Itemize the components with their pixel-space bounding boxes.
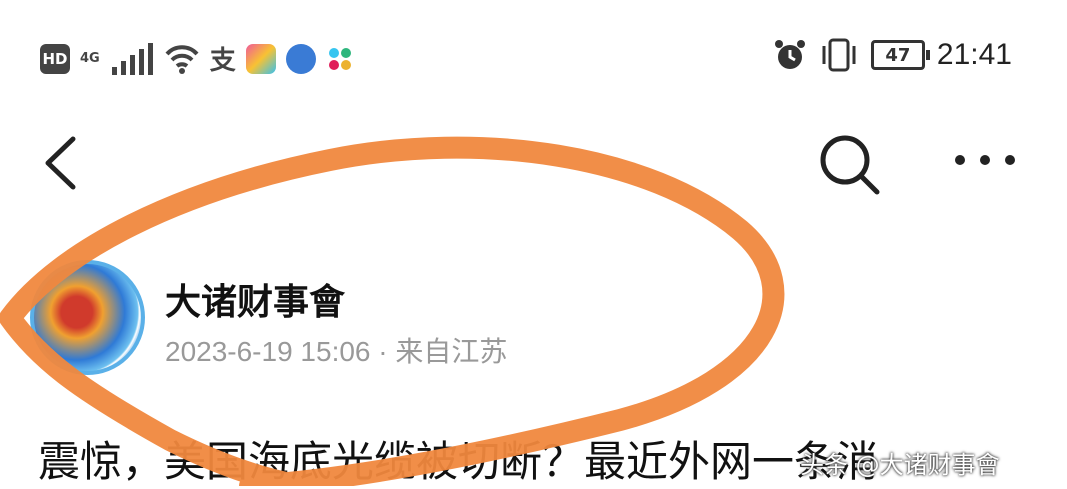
author-block[interactable]: 大诸财事會 2023-6-19 15:06 · 来自江苏	[30, 255, 730, 385]
back-arrow-icon[interactable]	[38, 133, 88, 193]
article-headline[interactable]: 震惊，美国海底光缆被切断？最近外网一条消	[38, 428, 878, 489]
more-icon[interactable]	[950, 145, 1020, 175]
alarm-icon	[774, 40, 805, 69]
battery-icon: 47	[870, 40, 930, 70]
slack-icon	[328, 47, 351, 70]
post-meta: 2023-6-19 15:06 · 来自江苏	[165, 336, 508, 367]
search-icon[interactable]	[815, 130, 885, 200]
watermark: 头条 @大诸财事會	[800, 451, 1000, 479]
status-bar-left: HD 4G 支	[40, 40, 354, 77]
hd-indicator: HD	[40, 43, 70, 74]
clock: 21:41	[936, 38, 1012, 71]
alipay-icon: 支	[209, 46, 236, 76]
app-icon	[245, 43, 276, 74]
status-bar: HD 4G 支 47 21:41	[0, 0, 1067, 110]
top-navbar	[0, 110, 1067, 210]
status-bar-right: 47 21:41	[773, 38, 1012, 72]
author-name[interactable]: 大诸财事會	[165, 273, 345, 325]
music-icon	[285, 43, 316, 74]
network-type: 4G	[80, 50, 100, 66]
wifi-icon	[165, 44, 199, 74]
vibrate-icon	[822, 38, 856, 72]
avatar[interactable]	[30, 260, 145, 375]
signal-icon	[111, 42, 153, 75]
